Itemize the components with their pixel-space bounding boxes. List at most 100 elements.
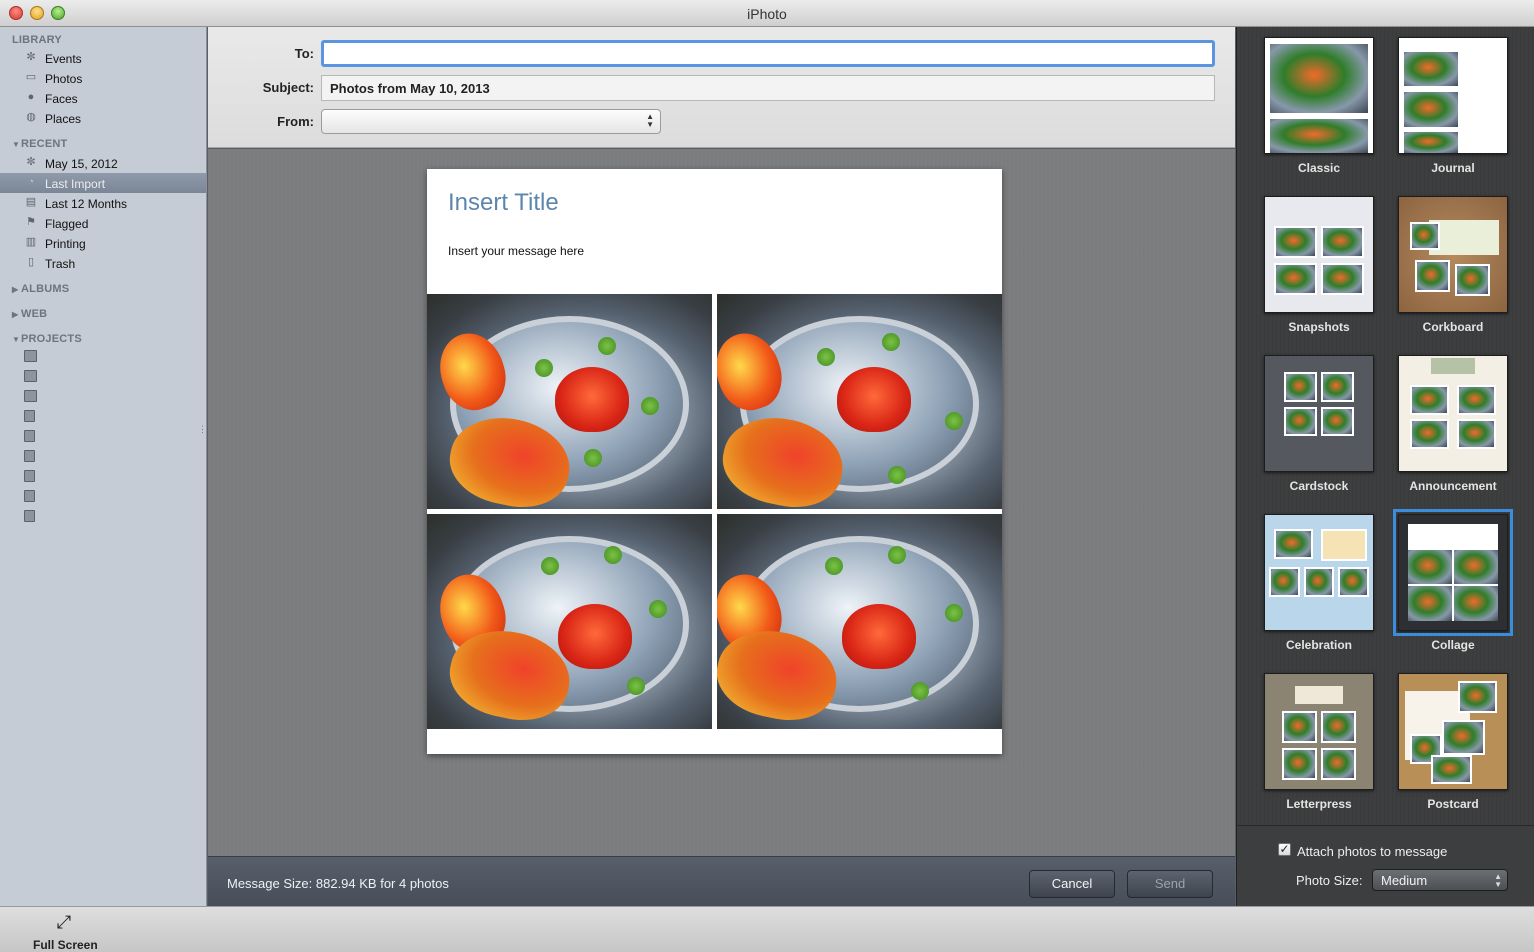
recent-heading[interactable]: ▼RECENT [12,138,67,150]
library-heading: LIBRARY [12,34,62,46]
theme-announcement[interactable]: Announcement [1398,355,1532,505]
theme-name: Celebration [1285,638,1352,652]
photo-tile[interactable] [427,294,712,509]
select-arrows-icon: ▲ ▼ [1494,872,1502,889]
project-icon[interactable] [24,410,35,422]
template-message[interactable]: Insert your message here [448,244,584,258]
sidebar-item-label: May 15, 2012 [45,157,118,171]
theme-thumbnail [1264,196,1374,313]
sidebar-item-trash[interactable]: ▯ Trash [0,253,206,273]
full-screen-button-label[interactable]: Full Screen [33,938,98,952]
projects-heading[interactable]: ▼PROJECTS [12,333,82,345]
theme-name: Snapshots [1288,320,1350,334]
theme-celebration[interactable]: Celebration [1264,514,1398,664]
full-screen-icon[interactable]: ⤢ [52,912,76,934]
theme-thumbnail [1398,355,1508,472]
message-preview-area: Insert Title Insert your message here [208,149,1235,856]
source-list-sidebar: LIBRARY ✼ Events ▭ Photos ● Faces ◍ Plac… [0,27,207,906]
sidebar-item-may-15-2012[interactable]: ✼ May 15, 2012 [0,153,206,173]
printer-icon: ▥ [25,236,37,248]
sidebar-item-photos[interactable]: ▭ Photos [0,68,206,88]
attach-photos-checkbox[interactable]: ✓ [1278,843,1291,856]
subject-label: Subject: [262,80,314,95]
theme-thumbnail [1398,673,1508,790]
compose-footer: Message Size: 882.94 KB for 4 photos Can… [208,856,1235,906]
photo-size-label: Photo Size: [1296,873,1363,888]
theme-thumbnail [1264,514,1374,631]
last-import-icon: ◔ [27,176,35,188]
project-icon[interactable] [24,390,37,402]
sidebar-item-label: Trash [45,257,76,271]
photo-tile[interactable] [717,514,1002,729]
attach-options: ✓ Attach photos to message Photo Size: M… [1236,825,1534,906]
disclosure-open-icon: ▼ [12,140,21,149]
window-title: iPhoto [747,6,787,22]
event-icon: ✼ [26,156,36,168]
sidebar-item-label: Last Import [45,177,106,191]
project-icon[interactable] [24,370,37,382]
theme-thumbnail [1398,196,1508,313]
theme-picker-panel: Classic Journal Snapshots Corkboard Card… [1236,27,1534,825]
sidebar-resize-handle[interactable]: ⋮ [198,424,207,435]
bottom-toolbar: ⤢ Full Screen [0,906,1534,952]
theme-corkboard[interactable]: Corkboard [1398,196,1532,346]
photo-tile[interactable] [717,294,1002,509]
project-icon[interactable] [24,490,35,502]
theme-letterpress[interactable]: Letterpress [1264,673,1398,823]
theme-cardstock[interactable]: Cardstock [1264,355,1398,505]
sidebar-item-events[interactable]: ✼ Events [0,48,206,68]
sidebar-item-label: Printing [45,237,86,251]
sidebar-item-last-import[interactable]: ◔ Last Import [0,173,206,193]
message-size-label: Message Size: 882.94 KB for 4 photos [227,876,449,891]
theme-thumbnail [1264,355,1374,472]
events-icon: ✼ [26,51,36,63]
project-icon[interactable] [24,350,37,362]
project-icon[interactable] [24,510,35,522]
email-header-fields: To: Subject: Photos from May 10, 2013 Fr… [208,27,1235,148]
subject-field[interactable]: Photos from May 10, 2013 [321,75,1215,101]
photos-icon: ▭ [25,71,37,83]
photo-size-value: Medium [1381,873,1428,888]
theme-name: Announcement [1409,479,1497,493]
photo-tile[interactable] [427,514,712,729]
theme-name: Cardstock [1289,479,1349,493]
project-icon[interactable] [24,470,35,482]
cancel-button[interactable]: Cancel [1029,870,1115,898]
theme-classic[interactable]: Classic [1264,37,1398,187]
recent-heading-label: RECENT [21,138,68,150]
theme-snapshots[interactable]: Snapshots [1264,196,1398,346]
sidebar-item-printing[interactable]: ▥ Printing [0,233,206,253]
sidebar-item-label: Last 12 Months [45,197,128,211]
sidebar-item-last-12-months[interactable]: ▤ Last 12 Months [0,193,206,213]
from-label: From: [277,114,314,129]
disclosure-closed-icon: ▶ [12,285,19,294]
theme-postcard[interactable]: Postcard [1398,673,1532,823]
projects-heading-label: PROJECTS [21,333,82,345]
photo-size-select[interactable]: Medium ▲ ▼ [1372,869,1508,891]
theme-name: Classic [1297,161,1341,175]
from-select[interactable]: ▲ ▼ [321,109,661,134]
web-heading[interactable]: ▶ WEB [12,308,47,320]
project-icon[interactable] [24,450,35,462]
web-heading-label: WEB [21,308,48,320]
project-icon[interactable] [24,430,35,442]
template-title[interactable]: Insert Title [448,189,559,217]
sidebar-item-label: Faces [45,92,78,106]
select-arrows-icon: ▲ ▼ [646,112,654,129]
to-label: To: [294,46,314,61]
theme-collage[interactable]: Collage [1393,509,1532,664]
to-field[interactable] [321,40,1215,67]
sidebar-item-faces[interactable]: ● Faces [0,88,206,108]
sidebar-item-places[interactable]: ◍ Places [0,108,206,128]
checkmark-icon: ✓ [1279,842,1290,856]
attach-photos-label[interactable]: Attach photos to message [1297,844,1447,859]
albums-heading-label: ALBUMS [21,283,70,295]
disclosure-closed-icon: ▶ [12,310,19,319]
theme-journal[interactable]: Journal [1398,37,1532,187]
send-button[interactable]: Send [1127,870,1213,898]
theme-name: Journal [1431,161,1475,175]
trash-icon: ▯ [27,256,35,268]
sidebar-item-label: Events [45,52,82,66]
sidebar-item-flagged[interactable]: ⚑ Flagged [0,213,206,233]
albums-heading[interactable]: ▶ ALBUMS [12,283,69,295]
